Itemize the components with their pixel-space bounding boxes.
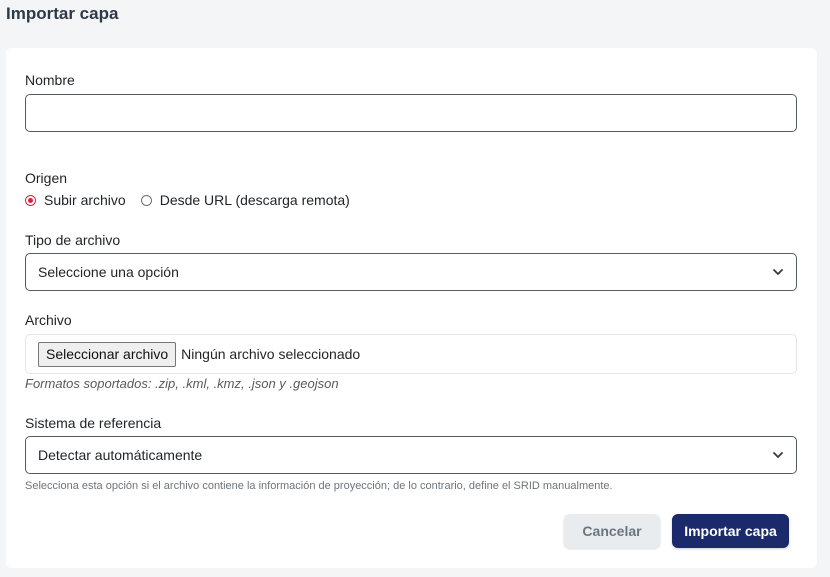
- file-formats-hint: Formatos soportados: .zip, .kml, .kmz, .…: [25, 376, 339, 391]
- origin-label: Origen: [25, 170, 68, 186]
- origin-option-url[interactable]: Desde URL (descarga remota): [140, 192, 350, 208]
- name-label: Nombre: [25, 72, 75, 88]
- file-type-select[interactable]: Seleccione una opción: [25, 253, 797, 291]
- import-layer-button[interactable]: Importar capa: [672, 514, 789, 548]
- file-type-selected-value: Seleccione una opción: [38, 264, 179, 280]
- radio-checked-icon[interactable]: [25, 194, 36, 206]
- page-title: Importar capa: [6, 4, 119, 23]
- cancel-button[interactable]: Cancelar: [564, 514, 660, 548]
- chevron-down-icon: [773, 452, 783, 458]
- reference-system-select[interactable]: Detectar automáticamente: [25, 436, 797, 474]
- origin-option-upload[interactable]: Subir archivo: [25, 192, 126, 208]
- file-status-text: Ningún archivo seleccionado: [181, 346, 361, 362]
- select-file-button[interactable]: Seleccionar archivo: [38, 341, 177, 367]
- origin-radio-group: Subir archivo Desde URL (descarga remota…: [25, 192, 365, 208]
- radio-unchecked-icon[interactable]: [140, 194, 152, 206]
- reference-system-hint: Selecciona esta opción si el archivo con…: [25, 480, 613, 492]
- import-layer-form: Nombre Origen Subir archivo Desde URL (d…: [6, 48, 817, 568]
- file-type-label: Tipo de archivo: [25, 232, 121, 248]
- reference-system-selected-value: Detectar automáticamente: [38, 447, 203, 463]
- file-label: Archivo: [25, 312, 72, 328]
- origin-option-label: Desde URL (descarga remota): [159, 192, 350, 208]
- chevron-down-icon: [773, 269, 783, 275]
- reference-system-label: Sistema de referencia: [25, 415, 162, 431]
- name-input[interactable]: [25, 94, 797, 132]
- file-picker: Seleccionar archivo Ningún archivo selec…: [25, 334, 797, 374]
- origin-option-label: Subir archivo: [44, 192, 126, 208]
